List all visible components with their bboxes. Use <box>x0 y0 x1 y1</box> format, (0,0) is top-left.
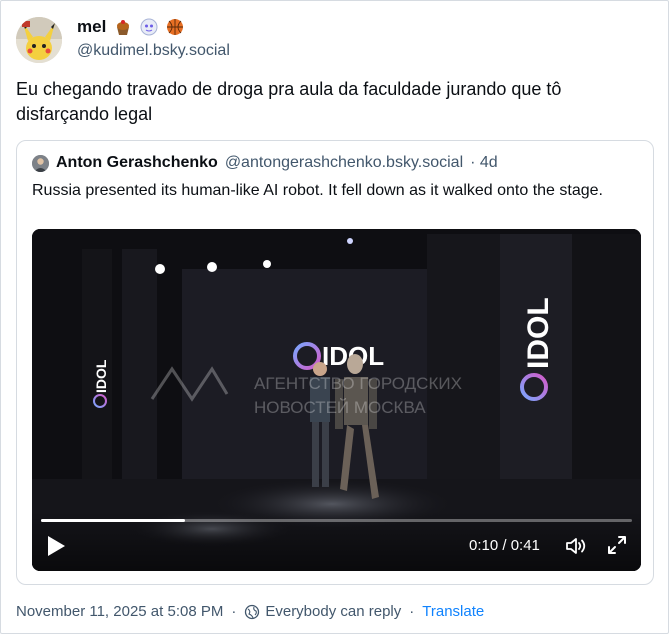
svg-text:АГЕНТСТВО ГОРОДСКИХ: АГЕНТСТВО ГОРОДСКИХ <box>254 374 462 393</box>
video-progress-fill <box>41 519 186 522</box>
video-progress-bar[interactable] <box>41 519 632 522</box>
quoted-post[interactable]: Anton Gerashchenko @antongerashchenko.bs… <box>16 140 654 585</box>
cupcake-emoji-icon <box>117 20 130 35</box>
author-avatar[interactable] <box>16 17 62 63</box>
quoted-author-avatar[interactable] <box>32 154 49 172</box>
quoted-author-name[interactable]: Anton Gerashchenko <box>56 154 218 172</box>
video-player[interactable]: IDOL IDOL IDOL <box>32 229 641 571</box>
post-date[interactable]: November 11, 2025 at 5:08 PM <box>16 603 223 620</box>
quoted-author-handle[interactable]: @antongerashchenko.bsky.social <box>225 154 463 172</box>
translate-link[interactable]: Translate <box>422 603 484 620</box>
quoted-post-text: Russia presented its human-like AI robot… <box>32 182 603 199</box>
fullscreen-icon[interactable] <box>606 534 628 556</box>
author-name-row: mel <box>77 17 184 37</box>
footer-separator-2: · <box>409 603 415 620</box>
author-handle[interactable]: @kudimel.bsky.social <box>77 42 230 60</box>
author-display-name[interactable]: mel <box>77 17 106 37</box>
post-footer: November 11, 2025 at 5:08 PM · Everybody… <box>16 603 484 620</box>
svg-text:IDOL: IDOL <box>522 297 555 369</box>
reply-setting[interactable]: Everybody can reply <box>265 603 401 620</box>
play-icon[interactable] <box>45 534 67 558</box>
basketball-emoji-icon <box>167 19 184 35</box>
post-text: Eu chegando travado de droga pra aula da… <box>16 79 562 124</box>
quoted-post-header: Anton Gerashchenko @antongerashchenko.bs… <box>32 154 498 172</box>
footer-separator: · <box>231 603 237 620</box>
quoted-post-age: · 4d <box>470 154 498 171</box>
ghost-emoji-icon <box>140 18 158 36</box>
volume-icon[interactable] <box>564 534 588 558</box>
svg-text:НОВОСТЕЙ МОСКВА: НОВОСТЕЙ МОСКВА <box>254 398 426 417</box>
reply-setting-icon <box>245 604 260 619</box>
video-time: 0:10 / 0:41 <box>469 537 540 554</box>
svg-text:IDOL: IDOL <box>93 359 109 393</box>
